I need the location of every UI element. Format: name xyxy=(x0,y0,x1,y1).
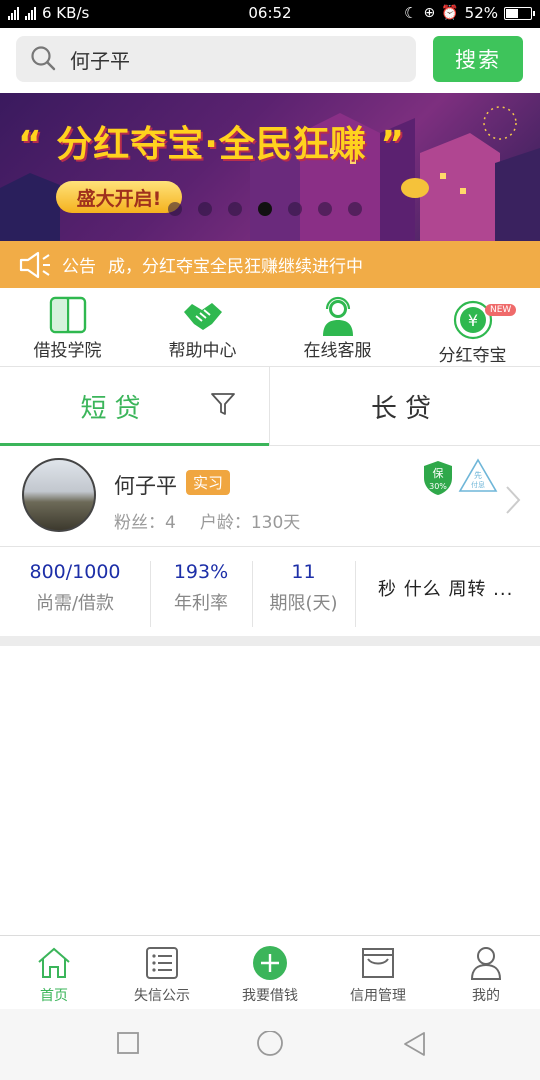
nav-mine[interactable]: 我的 xyxy=(432,936,540,1009)
svg-text:¥: ¥ xyxy=(467,311,477,330)
guarantee-badge-icon: 保 30% xyxy=(424,461,452,495)
user-icon xyxy=(470,947,502,980)
fans-count: 粉丝：4 xyxy=(114,513,176,533)
carousel-dot[interactable] xyxy=(168,202,182,216)
loan-stats: 800/1000 尚需/借款 193% 年利率 11 期限(天) 秒 什么 周转… xyxy=(0,547,540,636)
system-nav-bar xyxy=(0,1009,540,1080)
moon-icon: ☾ xyxy=(404,4,418,22)
carousel-dot[interactable] xyxy=(228,202,242,216)
promo-banner[interactable]: “ 分红夺宝·全民狂赚 ” 盛大开启! xyxy=(0,93,540,241)
notice-label: 公告 xyxy=(62,257,96,277)
tab-short-loan[interactable]: 短贷 xyxy=(0,367,270,446)
search-button[interactable]: 搜索 xyxy=(433,36,523,82)
search-input[interactable]: 何子平 xyxy=(16,36,416,82)
search-icon xyxy=(31,46,56,71)
nav-label: 我要借钱 xyxy=(242,988,298,1004)
chevron-right-icon xyxy=(506,486,521,514)
customer-service-icon xyxy=(322,296,353,336)
notice-bar[interactable]: 公告 成，分红夺宝全民狂赚继续进行中 xyxy=(0,241,540,288)
tab-long-label: 长贷 xyxy=(370,393,439,424)
nav-label: 首页 xyxy=(40,988,68,1004)
loan-card[interactable]: 何子平 实习 粉丝：4 户龄：130天 保 30% 先 付息 800/1000 … xyxy=(0,446,540,636)
search-bar: 何子平 搜索 xyxy=(0,28,540,93)
nav-borrow[interactable]: 我要借钱 xyxy=(216,936,324,1009)
quick-nav-dividend[interactable]: ¥ NEW 分红夺宝 xyxy=(405,288,540,366)
plus-circle-icon xyxy=(253,946,287,980)
carousel-indicators xyxy=(168,202,362,216)
status-right: ☾ ⊕ ⏰ 52% xyxy=(404,4,535,22)
new-badge: NEW xyxy=(485,304,517,316)
notice-text: 成，分红夺宝全民狂赚继续进行中 xyxy=(108,257,363,277)
intern-tag: 实习 xyxy=(186,470,231,495)
quick-nav-college[interactable]: 借投学院 xyxy=(0,288,135,366)
svg-text:先: 先 xyxy=(474,470,482,480)
lock-rotation-icon: ⊕ xyxy=(423,5,436,21)
svg-text:保: 保 xyxy=(433,466,444,480)
stat-term: 11 期限(天) xyxy=(257,561,350,615)
prepay-interest-badge-icon: 先 付息 xyxy=(458,458,498,492)
carousel-dot[interactable] xyxy=(258,202,272,216)
amount-value: 800/1000 xyxy=(29,561,121,583)
rate-label: 年利率 xyxy=(174,593,228,614)
nav-credit[interactable]: 信用管理 xyxy=(324,936,432,1009)
battery-icon xyxy=(504,6,535,20)
tab-long-loan[interactable]: 长贷 xyxy=(270,367,540,445)
svg-text:30%: 30% xyxy=(429,482,447,491)
rate-value: 193% xyxy=(173,561,229,583)
nav-blacklist[interactable]: 失信公示 xyxy=(108,936,216,1009)
stat-rate: 193% 年利率 xyxy=(155,561,247,615)
stat-divider xyxy=(355,561,356,627)
account-age: 户龄：130天 xyxy=(199,513,301,533)
amount-label: 尚需/借款 xyxy=(35,593,115,614)
quick-nav-label: 在线客服 xyxy=(303,341,372,361)
nav-home[interactable]: 首页 xyxy=(0,936,108,1009)
carousel-dot[interactable] xyxy=(198,202,212,216)
loan-description: 秒 什么 周转 ... xyxy=(378,579,514,600)
quick-nav-label: 分红夺宝 xyxy=(438,346,507,366)
banner-headline: “ 分红夺宝·全民狂赚 ” xyxy=(18,124,406,165)
recent-apps-icon[interactable] xyxy=(116,1031,140,1055)
quick-nav-label: 帮助中心 xyxy=(168,341,237,361)
section-separator xyxy=(0,636,540,646)
home-icon xyxy=(38,947,70,978)
quick-nav-label: 借投学院 xyxy=(33,341,102,361)
borrower-name: 何子平 xyxy=(114,474,177,498)
loan-tabs: 短贷 长贷 xyxy=(0,366,540,446)
avatar xyxy=(22,458,96,532)
stat-amount: 800/1000 尚需/借款 xyxy=(20,561,130,615)
nav-label: 信用管理 xyxy=(350,988,406,1004)
carousel-dot[interactable] xyxy=(288,202,302,216)
home-button-icon[interactable] xyxy=(256,1031,284,1059)
handshake-icon xyxy=(183,303,222,330)
speaker-icon xyxy=(19,251,50,278)
nav-label: 我的 xyxy=(472,988,500,1004)
battery-percent: 52% xyxy=(464,4,498,22)
quick-nav-service[interactable]: 在线客服 xyxy=(270,288,405,366)
banner-cta: 盛大开启! xyxy=(56,181,182,213)
nav-label: 失信公示 xyxy=(134,988,190,1004)
search-value: 何子平 xyxy=(70,48,130,73)
back-icon[interactable] xyxy=(402,1031,428,1057)
quick-nav-help[interactable]: 帮助中心 xyxy=(135,288,270,366)
stat-divider xyxy=(150,561,151,627)
quick-nav: 借投学院 帮助中心 在线客服 ¥ NEW 分红夺宝 xyxy=(0,288,540,366)
filter-icon[interactable] xyxy=(210,391,236,417)
list-icon xyxy=(146,947,178,979)
alarm-icon: ⏰ xyxy=(441,5,459,21)
carousel-dot[interactable] xyxy=(348,202,362,216)
status-bar: 6 KB/s 06:52 ☾ ⊕ ⏰ 52% xyxy=(0,0,540,28)
inbox-icon xyxy=(362,948,394,978)
term-label: 期限(天) xyxy=(269,593,338,614)
stat-divider xyxy=(252,561,253,627)
carousel-dot[interactable] xyxy=(318,202,332,216)
svg-text:付息: 付息 xyxy=(471,480,485,489)
bottom-nav: 首页 失信公示 我要借钱 信用管理 我的 xyxy=(0,935,540,1009)
borrower-meta: 粉丝：4 户龄：130天 xyxy=(114,508,300,533)
term-value: 11 xyxy=(291,561,316,583)
book-icon xyxy=(49,296,86,334)
tab-short-label: 短贷 xyxy=(80,393,149,424)
